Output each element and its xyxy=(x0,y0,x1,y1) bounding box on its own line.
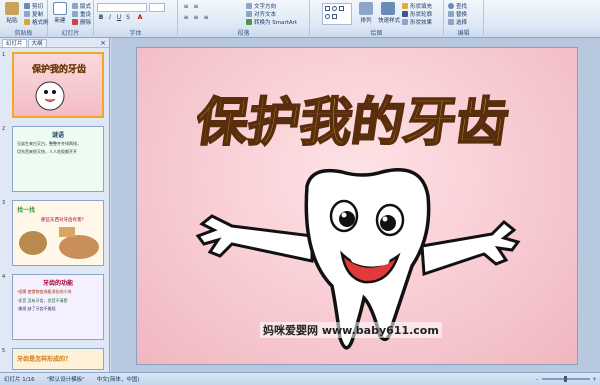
text-direction-button[interactable]: 文字方向 xyxy=(246,2,276,10)
align-center-icon[interactable]: ≡ xyxy=(192,14,200,22)
align-text-button[interactable]: 对齐文本 xyxy=(246,10,276,18)
slide-thumbnail-4[interactable]: 牙齿的功能 ·咀嚼 使食物变成能消化的小块 ·发音 没有牙齿，发音不清楚 ·美观… xyxy=(12,274,104,340)
smartart-icon xyxy=(246,19,252,25)
slide-thumbnail-5[interactable]: 牙齿是怎样形成的？ xyxy=(12,348,104,370)
copy-icon xyxy=(24,11,30,17)
replace-icon xyxy=(448,11,454,17)
strikethrough-button[interactable]: S xyxy=(124,14,132,22)
font-size-field[interactable] xyxy=(149,3,165,12)
paste-button[interactable]: 粘贴 xyxy=(2,2,22,26)
slide-title: 保护我的牙齿 xyxy=(197,93,512,153)
layout-button[interactable]: 版式 xyxy=(72,2,91,10)
slide-thumbnail-1[interactable]: 保护我的牙齿 xyxy=(12,52,104,118)
cut-button[interactable]: 剪切 xyxy=(24,2,43,10)
format-painter-button[interactable]: 格式刷 xyxy=(24,18,49,26)
svg-text:-: - xyxy=(536,376,538,382)
numbering-icon[interactable]: ≡ xyxy=(192,3,200,11)
select-button[interactable]: 选择 xyxy=(448,18,467,26)
reset-icon xyxy=(72,11,78,17)
slides-group: 新建 版式 重设 删除 幻灯片 xyxy=(48,0,94,38)
right-arm-shape xyxy=(420,219,521,277)
slide-thumbnail-2[interactable]: 谜语 兄弟生来白又白，整整齐齐排两排， 切东西来很又快，人人吃饭都开开 xyxy=(12,126,104,192)
italic-button[interactable]: I xyxy=(106,14,114,22)
zoom-slider[interactable]: - + xyxy=(536,376,596,382)
delete-slide-button[interactable]: 删除 xyxy=(72,18,91,26)
status-bar: 幻灯片 1/16 "默认设计模板" 中文(简体，中国) - + xyxy=(0,372,600,385)
new-slide-button[interactable]: 新建 xyxy=(50,2,70,26)
bold-button[interactable]: B xyxy=(97,14,105,22)
panel-tabs: 幻灯片 大纲 × xyxy=(0,38,109,48)
fill-bucket-icon xyxy=(402,3,408,9)
tab-outline[interactable]: 大纲 xyxy=(27,39,47,47)
watermark-text: 妈咪爱婴网 www.baby611.com xyxy=(260,322,442,338)
scissors-icon xyxy=(24,3,30,9)
rectangle-shape-icon xyxy=(325,6,330,11)
delete-icon xyxy=(72,19,78,25)
oval-shape-icon xyxy=(332,6,337,11)
clipboard-icon xyxy=(5,2,19,15)
arrange-button[interactable]: 排列 xyxy=(356,2,376,26)
drawing-group: 排列 快速样式 形状填充 形状轮廓 形状效果 绘图 xyxy=(310,0,444,38)
outline-pen-icon xyxy=(402,11,408,17)
shape-effects-button[interactable]: 形状效果 xyxy=(402,18,432,26)
paragraph-group: ≡ ≡ ≡ ≡ ≡ 文字方向 对齐文本 转换为 SmartArt 段落 xyxy=(178,0,310,38)
tab-slides[interactable]: 幻灯片 xyxy=(2,39,27,47)
slide-counter: 幻灯片 1/16 xyxy=(4,377,35,383)
copy-button[interactable]: 复制 xyxy=(24,10,43,18)
find-button[interactable]: 查找 xyxy=(448,2,467,10)
align-text-icon xyxy=(246,11,252,17)
layout-icon xyxy=(72,3,78,9)
line-shape-icon xyxy=(339,6,344,11)
text-direction-icon xyxy=(246,3,252,9)
left-arm-shape xyxy=(195,214,314,263)
arrange-icon xyxy=(359,2,373,15)
reset-button[interactable]: 重设 xyxy=(72,10,91,18)
thumbnail-row[interactable]: 2 谜语 兄弟生来白又白，整整齐齐排两排， 切东西来很又快，人人吃饭都开开 xyxy=(0,126,108,194)
svg-text:+: + xyxy=(592,376,596,382)
align-right-icon[interactable]: ≡ xyxy=(202,14,210,22)
font-name-field[interactable] xyxy=(97,3,147,12)
shape-fill-button[interactable]: 形状填充 xyxy=(402,2,432,10)
select-arrow-icon xyxy=(448,19,454,25)
effects-icon xyxy=(402,19,408,25)
thumbnail-row[interactable]: 5 牙齿是怎样形成的？ xyxy=(0,348,108,372)
smartart-button[interactable]: 转换为 SmartArt xyxy=(246,18,297,26)
brush-icon xyxy=(24,19,30,25)
circle-shape-icon xyxy=(325,14,330,19)
close-icon[interactable]: × xyxy=(100,39,106,47)
find-icon xyxy=(448,3,454,9)
align-left-icon[interactable]: ≡ xyxy=(182,14,190,22)
theme-name: "默认设计模板" xyxy=(46,377,85,383)
slides-panel: 幻灯片 大纲 × 1 保护我的牙齿 2 谜语 兄弟生来白又白，整整齐齐排两排， … xyxy=(0,38,110,372)
slide-title-art: 保护我的牙齿 xyxy=(197,92,513,154)
current-slide[interactable]: 保护我的牙齿 xyxy=(136,47,578,365)
slide-thumbnail-3[interactable]: 找一找 那些东西对牙齿有害？ xyxy=(12,200,104,266)
bullets-icon[interactable]: ≡ xyxy=(182,3,190,11)
font-color-button[interactable]: A xyxy=(136,14,144,22)
editing-group: 查找 替换 选择 编辑 xyxy=(444,0,484,38)
clipboard-group: 粘贴 剪切 复制 格式刷 剪贴板 xyxy=(0,0,49,38)
shape-outline-button[interactable]: 形状轮廓 xyxy=(402,10,432,18)
font-group: B I U S A 字体 xyxy=(94,0,178,38)
language-indicator[interactable]: 中文(简体，中国) xyxy=(97,375,140,383)
thumbnail-row[interactable]: 4 牙齿的功能 ·咀嚼 使食物变成能消化的小块 ·发音 没有牙齿，发音不清楚 ·… xyxy=(0,274,108,342)
quick-styles-button[interactable]: 快速样式 xyxy=(378,2,400,26)
shapes-gallery[interactable] xyxy=(322,3,352,25)
thumbnail-row[interactable]: 3 找一找 那些东西对牙齿有害？ xyxy=(0,200,108,268)
arrow-shape-icon xyxy=(332,14,337,19)
thumbnail-row[interactable]: 1 保护我的牙齿 xyxy=(0,52,108,120)
ribbon: 粘贴 剪切 复制 格式刷 剪贴板 新建 版式 重设 删除 幻灯片 B I U S… xyxy=(0,0,600,38)
underline-button[interactable]: U xyxy=(115,14,123,22)
new-slide-icon xyxy=(53,2,67,15)
replace-button[interactable]: 替换 xyxy=(448,10,467,18)
quick-styles-icon xyxy=(381,2,395,15)
